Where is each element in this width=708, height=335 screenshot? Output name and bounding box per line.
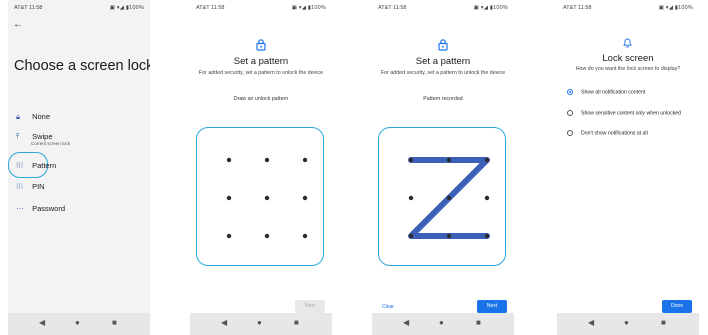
- pattern-dot[interactable]: [226, 157, 232, 163]
- pattern-dot[interactable]: [226, 195, 232, 201]
- pattern-dot[interactable]: [264, 195, 270, 201]
- nav-back-icon[interactable]: ◀: [403, 318, 409, 327]
- password-dots-icon: ⋯: [16, 204, 24, 213]
- nav-back-icon[interactable]: ◀: [39, 318, 45, 327]
- nav-home-icon[interactable]: ●: [624, 318, 629, 327]
- status-time: AT&T 11:58: [196, 5, 225, 11]
- nav-back-icon[interactable]: ◀: [221, 318, 227, 327]
- nav-bar: ◀ ● ■: [190, 313, 332, 335]
- pattern-dot[interactable]: [302, 233, 308, 239]
- screen-set-pattern: AT&T 11:58 ▣ ▾◢ ▮100% Set a pattern For …: [190, 0, 332, 335]
- next-button[interactable]: Next: [477, 300, 507, 313]
- pattern-grid-icon: ⁝⁝⁝: [16, 161, 24, 170]
- nav-bar: ◀ ● ■: [8, 313, 150, 335]
- option-label: PIN: [32, 182, 45, 191]
- lock-option-none[interactable]: 🔒︎ None: [16, 112, 50, 122]
- nav-bar: ◀ ● ■: [557, 313, 699, 335]
- nav-recents-icon[interactable]: ■: [112, 318, 117, 327]
- screen-heading: Lock screen: [602, 53, 654, 64]
- pattern-dot[interactable]: [226, 233, 232, 239]
- pattern-status: Pattern recorded: [423, 96, 463, 102]
- radio-label: Show all notification content: [581, 89, 646, 96]
- pattern-grid[interactable]: [196, 127, 324, 266]
- option-label: Password: [32, 204, 66, 213]
- lock-option-pattern[interactable]: ⁝⁝⁝ Pattern: [16, 161, 56, 170]
- screen-subtext: How do you want the lock screen to displ…: [575, 66, 681, 72]
- pattern-dot[interactable]: [264, 157, 270, 163]
- nav-home-icon[interactable]: ●: [75, 318, 80, 327]
- done-button[interactable]: Done: [662, 300, 692, 313]
- nav-home-icon[interactable]: ●: [439, 318, 444, 327]
- radio-sensitive-when-unlocked[interactable]: Show sensitive content only when unlocke…: [567, 110, 681, 116]
- pattern-status: Draw an unlock pattern: [233, 96, 289, 102]
- pattern-dot[interactable]: [446, 195, 452, 201]
- status-bar: AT&T 11:58 ▣ ▾◢ ▮100%: [8, 0, 150, 14]
- lock-icon: 🔒︎: [16, 112, 20, 121]
- pattern-dot[interactable]: [484, 195, 490, 201]
- status-icons: ▣ ▾◢ ▮100%: [291, 5, 326, 11]
- nav-recents-icon[interactable]: ■: [294, 318, 299, 327]
- status-icons: ▣ ▾◢ ▮100%: [658, 5, 693, 11]
- radio-unselected-icon[interactable]: [567, 110, 573, 116]
- pattern-dot[interactable]: [302, 157, 308, 163]
- option-label: Swipe: [32, 132, 53, 141]
- pattern-dot[interactable]: [302, 195, 308, 201]
- lock-icon: [255, 38, 267, 51]
- clear-button[interactable]: Clear: [382, 304, 394, 310]
- screen-choose-lock: AT&T 11:58 ▣ ▾◢ ▮100% ← Choose a screen …: [8, 0, 150, 335]
- lock-option-pin[interactable]: ⁝⁝⁝ PIN: [16, 182, 45, 191]
- radio-dont-show[interactable]: Don't show notifications at all: [567, 130, 648, 136]
- status-time: AT&T 11:58: [14, 5, 43, 11]
- swipe-icon: ⤒: [16, 132, 20, 141]
- pattern-grid[interactable]: [378, 127, 506, 266]
- radio-unselected-icon[interactable]: [567, 130, 573, 136]
- lock-option-swipe[interactable]: ⤒ Swipe Current screen lock: [16, 132, 70, 146]
- next-button[interactable]: Next: [295, 300, 325, 313]
- option-label: None: [32, 112, 51, 121]
- nav-home-icon[interactable]: ●: [257, 318, 262, 327]
- status-bar: AT&T 11:58 ▣ ▾◢ ▮100%: [190, 0, 332, 14]
- bell-icon: [623, 38, 632, 50]
- screen-subtext: For added security, set a pattern to unl…: [198, 70, 324, 76]
- screen-heading: Set a pattern: [415, 56, 471, 67]
- lock-option-password[interactable]: ⋯ Password: [16, 204, 65, 213]
- screen-heading: Set a pattern: [233, 56, 289, 67]
- pattern-dot[interactable]: [484, 157, 490, 163]
- status-icons: ▣ ▾◢ ▮100%: [473, 5, 508, 11]
- status-time: AT&T 11:58: [563, 5, 592, 11]
- status-time: AT&T 11:58: [378, 5, 407, 11]
- nav-back-icon[interactable]: ◀: [588, 318, 594, 327]
- radio-show-all[interactable]: Show all notification content: [567, 89, 645, 95]
- pattern-dots[interactable]: [379, 128, 507, 267]
- option-label: Pattern: [32, 161, 57, 170]
- pattern-dot[interactable]: [446, 233, 452, 239]
- radio-selected-icon[interactable]: [567, 89, 573, 95]
- pin-grid-icon: ⁝⁝⁝: [16, 182, 24, 191]
- back-arrow-icon[interactable]: ←: [13, 19, 23, 30]
- pattern-dot[interactable]: [408, 157, 414, 163]
- screen-pattern-recorded: AT&T 11:58 ▣ ▾◢ ▮100% Set a pattern For …: [372, 0, 514, 335]
- lock-icon: [437, 38, 449, 51]
- pattern-dot[interactable]: [484, 233, 490, 239]
- option-sublabel: Current screen lock: [31, 141, 71, 146]
- pattern-dot[interactable]: [446, 157, 452, 163]
- page-title: Choose a screen lock: [14, 58, 150, 74]
- pattern-dot[interactable]: [408, 195, 414, 201]
- nav-recents-icon[interactable]: ■: [476, 318, 481, 327]
- radio-label: Don't show notifications at all: [581, 130, 648, 137]
- status-bar: AT&T 11:58 ▣ ▾◢ ▮100%: [372, 0, 514, 14]
- pattern-dot[interactable]: [264, 233, 270, 239]
- screen-subtext: For added security, set a pattern to unl…: [380, 70, 506, 76]
- status-icons: ▣ ▾◢ ▮100%: [109, 5, 144, 11]
- pattern-dots[interactable]: [197, 128, 325, 267]
- radio-label: Show sensitive content only when unlocke…: [581, 110, 682, 117]
- pattern-dot[interactable]: [408, 233, 414, 239]
- nav-recents-icon[interactable]: ■: [661, 318, 666, 327]
- screen-lock-screen-display: AT&T 11:58 ▣ ▾◢ ▮100% Lock screen How do…: [557, 0, 699, 335]
- status-bar: AT&T 11:58 ▣ ▾◢ ▮100%: [557, 0, 699, 14]
- nav-bar: ◀ ● ■: [372, 313, 514, 335]
